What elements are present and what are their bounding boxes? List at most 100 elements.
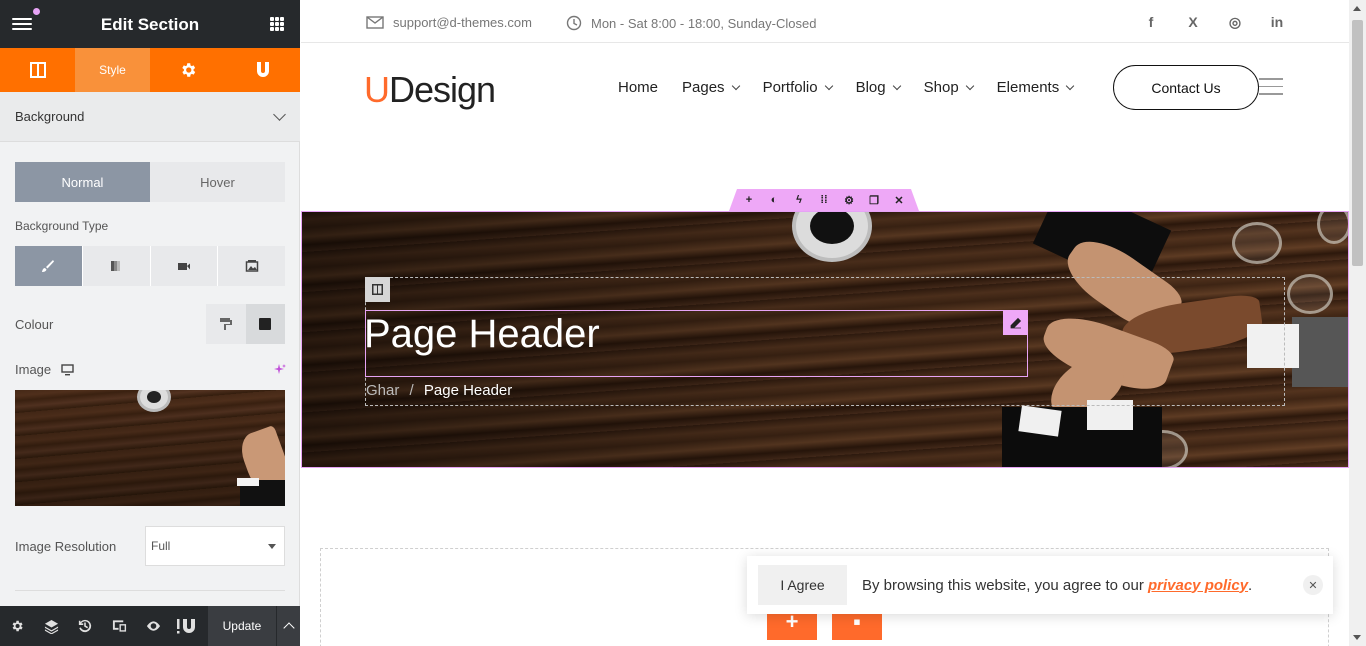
- gear-icon: [181, 63, 195, 77]
- hero-glass: [1232, 222, 1282, 264]
- video-icon: [177, 263, 190, 270]
- state-switch: Normal Hover: [15, 162, 285, 202]
- nav-label: Pages: [682, 79, 725, 96]
- site-logo[interactable]: UDesign: [364, 69, 496, 111]
- colour-picker-swatch[interactable]: [245, 304, 285, 344]
- nav-label: Shop: [923, 79, 959, 96]
- colour-label: Colour: [15, 317, 54, 332]
- tab-udesign[interactable]: [225, 48, 300, 92]
- column-icon: [372, 284, 383, 295]
- chevron-down-icon: [892, 81, 901, 90]
- nav-shop[interactable]: Shop: [923, 79, 974, 96]
- update-options-button[interactable]: [276, 606, 300, 646]
- bgtype-slideshow[interactable]: [218, 246, 285, 286]
- editor-panel: Edit Section Style Background Normal Hov…: [0, 0, 300, 646]
- bgtype-video[interactable]: [151, 246, 219, 286]
- hours-text: Mon - Sat 8:00 - 18:00, Sunday-Closed: [591, 15, 817, 31]
- background-image-preview[interactable]: [15, 390, 285, 506]
- drag-handle-icon[interactable]: ⁞⁞: [818, 194, 831, 206]
- nav-label: Portfolio: [762, 79, 818, 96]
- email-text[interactable]: support@d-themes.com: [393, 15, 532, 30]
- linkedin-icon[interactable]: in: [1267, 14, 1287, 31]
- classic-brush-icon: [42, 260, 55, 272]
- caret-down-icon: [268, 544, 276, 549]
- desktop-icon[interactable]: [61, 363, 74, 376]
- background-section-toggle[interactable]: Background: [0, 92, 300, 142]
- footer-navigator[interactable]: [34, 606, 68, 646]
- contrast-icon[interactable]: ◐: [768, 194, 781, 206]
- offcanvas-menu-icon[interactable]: [1259, 78, 1283, 98]
- widgets-grid-icon[interactable]: [270, 17, 284, 31]
- bolt-icon[interactable]: ϟ: [793, 194, 806, 206]
- global-colour-button[interactable]: [206, 304, 246, 344]
- facebook-icon[interactable]: f: [1141, 14, 1161, 31]
- nav-label: Blog: [855, 79, 886, 96]
- hero-cuff: [1018, 405, 1062, 437]
- panel-tabs: Style: [0, 48, 300, 92]
- instagram-icon[interactable]: ◎: [1225, 14, 1245, 31]
- edit-widget-button[interactable]: [1003, 310, 1028, 335]
- footer-settings[interactable]: [0, 606, 34, 646]
- footer-udesign-builder[interactable]: [170, 606, 204, 646]
- layout-icon: [29, 62, 46, 78]
- section-toolbar: + ◐ ϟ ⁞⁞ ⚙ ❐ ✕: [729, 189, 919, 211]
- panel-divider: [15, 590, 285, 591]
- x-twitter-icon[interactable]: X: [1183, 14, 1203, 31]
- image-resolution-select[interactable]: Full: [145, 526, 285, 566]
- chevron-down-icon: [1065, 81, 1075, 90]
- hero-suit-sleeve: [1292, 317, 1348, 387]
- state-hover[interactable]: Hover: [150, 162, 285, 202]
- scroll-down-arrow[interactable]: [1353, 635, 1361, 640]
- state-normal[interactable]: Normal: [15, 162, 150, 202]
- contact-us-button[interactable]: Contact Us: [1113, 65, 1259, 110]
- page-scrollbar[interactable]: [1349, 0, 1366, 646]
- hero-coffee-cup: [792, 212, 872, 262]
- footer-history[interactable]: [68, 606, 102, 646]
- colour-controls: [206, 304, 285, 344]
- breadcrumb-current: Page Header: [423, 382, 513, 399]
- privacy-policy-link[interactable]: privacy policy: [1148, 577, 1248, 594]
- nav-label: Elements: [996, 79, 1060, 96]
- chevron-down-icon: [824, 81, 833, 90]
- tab-layout[interactable]: [0, 48, 75, 92]
- scroll-up-arrow[interactable]: [1353, 6, 1361, 11]
- page-header-section[interactable]: Page Header Ghar / Page Header: [301, 211, 1349, 468]
- settings-icon[interactable]: ⚙: [843, 194, 856, 207]
- cookie-close-button[interactable]: ✕: [1303, 575, 1323, 595]
- bgtype-classic[interactable]: [15, 246, 83, 286]
- colour-swatch-icon: [259, 318, 272, 330]
- add-section-icon[interactable]: +: [743, 194, 756, 206]
- breadcrumb-home[interactable]: Ghar: [366, 382, 399, 399]
- cookie-message-suffix: .: [1248, 576, 1253, 594]
- nav-home[interactable]: Home: [618, 79, 658, 96]
- gradient-icon: [111, 261, 121, 271]
- nav-label: Home: [618, 79, 659, 96]
- nav-pages[interactable]: Pages: [682, 79, 740, 96]
- tab-advanced[interactable]: [150, 48, 225, 92]
- cookie-agree-button[interactable]: I Agree: [758, 565, 847, 605]
- update-button[interactable]: Update: [208, 606, 276, 646]
- breadcrumb-separator: /: [409, 382, 414, 399]
- cookie-message: By browsing this website, you agree to o…: [862, 577, 1252, 594]
- topbar-hours: Mon - Sat 8:00 - 18:00, Sunday-Closed: [566, 15, 816, 31]
- duplicate-icon[interactable]: ❐: [868, 194, 881, 207]
- bgtype-gradient[interactable]: [83, 246, 151, 286]
- ai-sparkle-icon[interactable]: [273, 363, 286, 376]
- footer-responsive[interactable]: [102, 606, 136, 646]
- delete-icon[interactable]: ✕: [893, 194, 906, 207]
- column-handle[interactable]: [365, 277, 390, 302]
- breadcrumb: Ghar / Page Header: [366, 382, 512, 399]
- chevron-down-icon: [731, 81, 740, 90]
- footer-preview[interactable]: [136, 606, 170, 646]
- nav-blog[interactable]: Blog: [855, 79, 901, 96]
- scroll-thumb[interactable]: [1352, 20, 1363, 266]
- social-links: f X ◎ in: [1141, 14, 1287, 31]
- chevron-down-icon: [965, 81, 974, 90]
- background-type-label: Background Type: [15, 219, 109, 233]
- tab-style[interactable]: Style: [75, 48, 150, 92]
- notification-dot: [33, 8, 40, 15]
- nav-portfolio[interactable]: Portfolio: [762, 79, 833, 96]
- nav-elements[interactable]: Elements: [996, 79, 1075, 96]
- preview-coffee-cup: [137, 390, 171, 412]
- image-resolution-label: Image Resolution: [15, 539, 117, 554]
